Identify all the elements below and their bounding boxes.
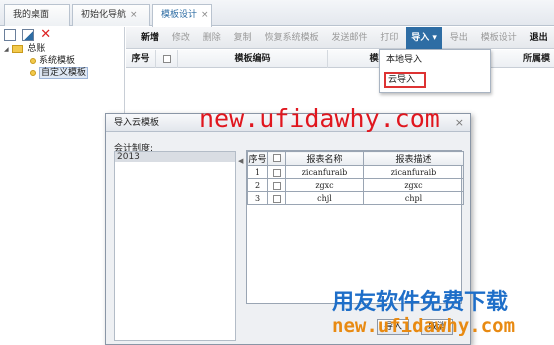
new-button[interactable]: 新增 xyxy=(136,27,164,49)
main-toolbar: 新增 修改 删除 复制 恢复系统模板 发送邮件 打印 导入 ▾ 导出 模板设计 … xyxy=(126,27,554,49)
accounting-system-list: 2013 xyxy=(114,151,236,341)
local-import-menu-item[interactable]: 本地导入 xyxy=(380,50,490,70)
tree-node-root[interactable]: ◢ 总账 xyxy=(4,43,124,55)
folder-icon xyxy=(11,44,23,53)
row-checkbox-cell[interactable] xyxy=(267,165,286,179)
edit-icon[interactable] xyxy=(21,29,34,41)
delete-button[interactable]: 删除 xyxy=(198,27,226,49)
import-button[interactable]: 导入 ▾ xyxy=(406,27,442,49)
select-all-checkbox-cell[interactable] xyxy=(267,151,286,166)
tab-init-nav[interactable]: 初始化导航 × xyxy=(72,4,150,26)
copy-button[interactable]: 复制 xyxy=(229,27,257,49)
row-checkbox-cell[interactable] xyxy=(267,178,286,192)
row-checkbox[interactable] xyxy=(272,194,281,203)
row-seq: 1 xyxy=(247,165,268,179)
collapse-left-icon[interactable]: ◀ xyxy=(238,157,243,165)
left-toolbar: ✕ xyxy=(0,27,124,43)
tab-template-design[interactable]: 模板设计 × xyxy=(152,4,212,27)
leaf-node-icon xyxy=(30,57,36,64)
row-seq: 2 xyxy=(247,178,268,192)
import-label: 导入 xyxy=(411,33,430,43)
cloud-import-menu-item[interactable]: 云导入 xyxy=(384,72,426,88)
report-name: chjl xyxy=(285,191,364,205)
select-all-checkbox-cell[interactable] xyxy=(156,50,178,68)
watermark-url-bottom: new.ufidawhy.com xyxy=(332,315,516,337)
new-file-icon[interactable] xyxy=(4,29,16,41)
row-checkbox-cell[interactable] xyxy=(267,191,286,205)
report-desc: zicanfuraib xyxy=(363,165,464,179)
list-item[interactable]: 2013 xyxy=(115,152,235,162)
row-seq: 3 xyxy=(247,191,268,205)
report-desc: zgxc xyxy=(363,178,464,192)
template-tree: ◢ 总账 系统模板 自定义模板 xyxy=(0,43,124,79)
row-checkbox[interactable] xyxy=(272,181,281,190)
close-icon[interactable]: × xyxy=(130,10,138,20)
send-mail-button[interactable]: 发送邮件 xyxy=(326,27,372,49)
tab-label: 我的桌面 xyxy=(13,10,50,20)
column-seq[interactable]: 序号 xyxy=(247,151,268,166)
export-button[interactable]: 导出 xyxy=(445,27,473,49)
tab-my-desktop[interactable]: 我的桌面 xyxy=(4,4,70,26)
watermark-title: 用友软件免费下载 xyxy=(332,289,509,314)
leaf-node-icon xyxy=(30,69,36,76)
tree-node-label: 总账 xyxy=(27,44,46,54)
tree-node-system-templates[interactable]: 系统模板 xyxy=(4,55,124,67)
restore-system-template-button[interactable]: 恢复系统模板 xyxy=(260,27,324,49)
table-row[interactable]: 2 zgxc zgxc xyxy=(247,178,464,192)
panel-splitter[interactable]: ◀ xyxy=(238,151,244,341)
report-name: zgxc xyxy=(285,178,364,192)
import-dropdown-menu: 本地导入 云导入 xyxy=(379,49,491,93)
tab-label: 初始化导航 xyxy=(81,10,127,20)
row-checkbox[interactable] xyxy=(272,168,281,177)
close-icon[interactable]: × xyxy=(455,114,464,132)
select-all-checkbox[interactable] xyxy=(162,54,171,63)
report-name: zicanfuraib xyxy=(285,165,364,179)
template-design-button[interactable]: 模板设计 xyxy=(476,27,522,49)
chevron-down-icon: ▾ xyxy=(432,33,437,43)
tree-node-label: 自定义模板 xyxy=(39,67,89,79)
column-seq[interactable]: 序号 xyxy=(126,50,156,68)
select-all-checkbox[interactable] xyxy=(272,154,281,162)
table-row[interactable]: 1 zicanfuraib zicanfuraib xyxy=(247,165,464,179)
collapse-toggle-icon[interactable]: ◢ xyxy=(4,46,9,53)
column-report-desc[interactable]: 报表描述 xyxy=(363,151,464,166)
table-header-row: 序号 报表名称 报表描述 xyxy=(247,151,464,166)
tree-node-custom-templates[interactable]: 自定义模板 xyxy=(4,67,124,79)
close-icon[interactable]: × xyxy=(201,10,209,20)
exit-button[interactable]: 退出 xyxy=(525,27,553,49)
report-table: 序号 报表名称 报表描述 1 zicanfuraib zicanfuraib 2… xyxy=(246,150,464,304)
tab-bar: 我的桌面 初始化导航 × 模板设计 × xyxy=(0,0,554,27)
delete-icon[interactable]: ✕ xyxy=(40,28,52,41)
tab-label: 模板设计 xyxy=(161,10,198,20)
modify-button[interactable]: 修改 xyxy=(167,27,195,49)
watermark-url-top: new.ufidawhy.com xyxy=(199,104,440,133)
column-report-name[interactable]: 报表名称 xyxy=(285,151,364,166)
column-template-code[interactable]: 模板编码 xyxy=(178,50,328,68)
print-button[interactable]: 打印 xyxy=(375,27,403,49)
report-desc: chpl xyxy=(363,191,464,205)
table-row[interactable]: 3 chjl chpl xyxy=(247,191,464,205)
tree-node-label: 系统模板 xyxy=(39,56,76,66)
